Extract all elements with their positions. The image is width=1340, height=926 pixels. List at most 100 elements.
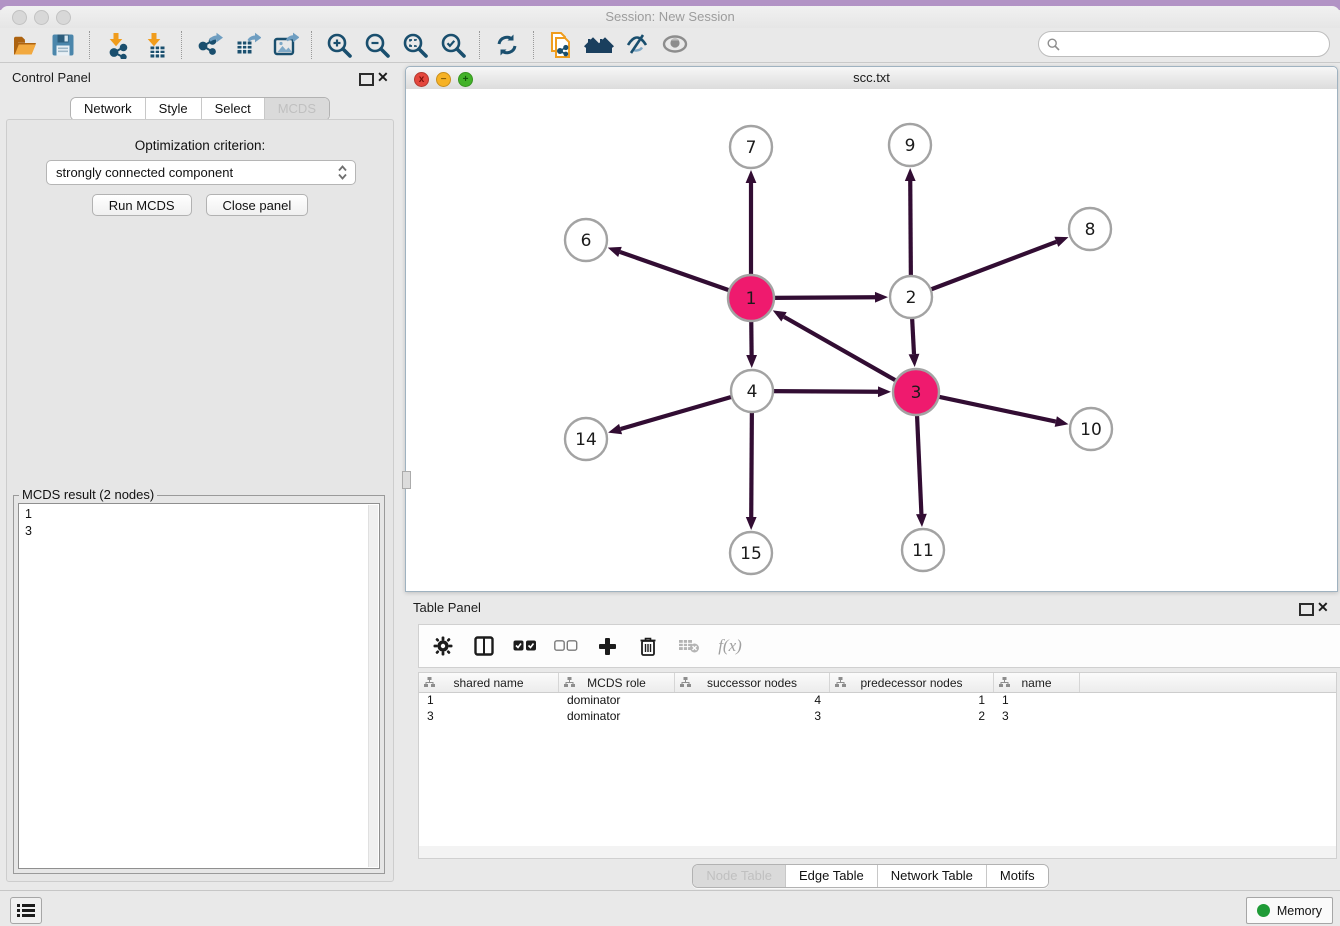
graph-edge-4-3[interactable] xyxy=(771,391,878,392)
main-toolbar xyxy=(0,28,1340,63)
zoom-selected-icon[interactable] xyxy=(437,29,469,61)
table-cell[interactable]: dominator xyxy=(559,709,675,725)
graph-edge-1-2[interactable] xyxy=(772,297,875,298)
graph-edge-arrowhead xyxy=(608,424,622,434)
zoom-in-icon[interactable] xyxy=(323,29,355,61)
zoom-fit-icon[interactable] xyxy=(399,29,431,61)
graph-node-label-8: 8 xyxy=(1085,220,1096,240)
zoom-out-icon[interactable] xyxy=(361,29,393,61)
tab-node-table[interactable]: Node Table xyxy=(693,865,786,887)
graph-edge-3-10[interactable] xyxy=(937,396,1056,421)
node-table: shared name MCDS role successor nodes prede… xyxy=(418,672,1337,848)
tab-select[interactable]: Select xyxy=(202,98,265,120)
table-cell[interactable]: 2 xyxy=(830,709,994,725)
search-input[interactable] xyxy=(1064,34,1321,54)
export-image-icon[interactable] xyxy=(269,29,301,61)
graph-edge-arrowhead xyxy=(746,355,757,368)
graph-edge-2-3[interactable] xyxy=(912,316,914,354)
create-new-column-icon[interactable] xyxy=(595,634,619,658)
table-cell[interactable]: 1 xyxy=(994,693,1080,709)
select-all-columns-icon[interactable] xyxy=(513,634,537,658)
column-header-MCDS-role[interactable]: MCDS role xyxy=(559,673,675,692)
export-table-icon[interactable] xyxy=(231,29,263,61)
column-header-shared-name[interactable]: shared name xyxy=(419,673,559,692)
control-panel-float-icon[interactable] xyxy=(359,73,374,86)
table-row[interactable]: 1dominator411 xyxy=(419,693,1336,709)
task-history-button[interactable] xyxy=(10,897,42,924)
node-table-header-row: shared name MCDS role successor nodes prede… xyxy=(419,673,1336,693)
show-column-panel-icon[interactable] xyxy=(472,634,496,658)
column-header-predecessor-nodes[interactable]: predecessor nodes xyxy=(830,673,994,692)
dropdown-selected-value: strongly connected component xyxy=(47,165,338,180)
network-view-window: x − + scc.txt 7968124314101511 xyxy=(405,66,1338,592)
column-label: successor nodes xyxy=(707,676,797,690)
graph-edge-3-11[interactable] xyxy=(917,413,921,514)
tab-edge-table[interactable]: Edge Table xyxy=(786,865,878,887)
open-session-icon[interactable] xyxy=(9,29,41,61)
graph-edge-arrowhead xyxy=(878,386,891,397)
table-panel-float-icon[interactable] xyxy=(1299,603,1314,616)
graph-edge-1-6[interactable] xyxy=(620,252,731,291)
table-cell[interactable]: dominator xyxy=(559,693,675,709)
refresh-view-icon[interactable] xyxy=(491,29,523,61)
toolbar-separator xyxy=(479,31,481,59)
table-panel-close-icon[interactable]: ✕ xyxy=(1317,598,1329,616)
mcds-result-scrollbar[interactable] xyxy=(368,505,378,867)
graph-node-label-3: 3 xyxy=(911,383,922,403)
column-label: MCDS role xyxy=(587,676,646,690)
graph-edge-4-14[interactable] xyxy=(621,396,734,429)
home-icon[interactable] xyxy=(583,29,615,61)
tab-motifs[interactable]: Motifs xyxy=(987,865,1048,887)
tab-mcds[interactable]: MCDS xyxy=(265,98,329,120)
network-window-titlebar[interactable]: x − + scc.txt xyxy=(406,67,1337,90)
table-cell[interactable]: 4 xyxy=(675,693,830,709)
window-title: Session: New Session xyxy=(0,9,1340,24)
show-hide-panel-eye-icon[interactable] xyxy=(659,29,691,61)
save-session-icon[interactable] xyxy=(47,29,79,61)
graph-edge-4-15[interactable] xyxy=(751,410,752,517)
graph-edge-2-9[interactable] xyxy=(910,181,911,278)
column-label: shared name xyxy=(453,676,523,690)
splitpane-handle[interactable] xyxy=(402,471,411,489)
table-row[interactable]: 3dominator323 xyxy=(419,709,1336,725)
column-header-successor-nodes[interactable]: successor nodes xyxy=(675,673,830,692)
column-header-name[interactable]: name xyxy=(994,673,1080,692)
export-network-icon[interactable] xyxy=(193,29,225,61)
mcds-result-text: 1 3 xyxy=(25,506,365,866)
search-box[interactable] xyxy=(1038,31,1330,57)
memory-button[interactable]: Memory xyxy=(1246,897,1333,924)
control-panel-close-icon[interactable]: ✕ xyxy=(377,68,389,86)
graph-edge-2-8[interactable] xyxy=(929,242,1057,290)
search-icon xyxy=(1047,38,1060,51)
tab-style[interactable]: Style xyxy=(146,98,202,120)
graph-edge-arrowhead xyxy=(905,168,916,181)
control-panel: Control Panel ✕ NetworkStyleSelectMCDS O… xyxy=(0,62,400,890)
graph-node-label-6: 6 xyxy=(581,231,592,251)
titlebar: Session: New Session xyxy=(0,6,1340,29)
table-cell[interactable]: 3 xyxy=(675,709,830,725)
tab-network[interactable]: Network xyxy=(71,98,146,120)
clone-network-icon[interactable] xyxy=(545,29,577,61)
toggle-graphics-details-icon[interactable] xyxy=(621,29,653,61)
tab-network-table[interactable]: Network Table xyxy=(878,865,987,887)
delete-column-trash-icon[interactable] xyxy=(636,634,660,658)
mcds-result-textarea[interactable]: 1 3 xyxy=(18,503,380,869)
graph-edge-arrowhead xyxy=(1055,416,1069,427)
close-panel-button[interactable]: Close panel xyxy=(206,194,309,216)
run-mcds-button[interactable]: Run MCDS xyxy=(92,194,192,216)
unselect-all-columns-icon[interactable] xyxy=(554,634,578,658)
optimization-criterion-dropdown[interactable]: strongly connected component xyxy=(46,160,356,185)
network-canvas[interactable]: 7968124314101511 xyxy=(406,89,1337,591)
graph-edge-3-1[interactable] xyxy=(784,317,898,382)
table-cell[interactable]: 1 xyxy=(419,693,559,709)
table-hscrollbar[interactable] xyxy=(418,846,1337,859)
table-cell[interactable]: 3 xyxy=(994,709,1080,725)
table-settings-gear-icon[interactable] xyxy=(431,634,455,658)
table-cell[interactable]: 1 xyxy=(830,693,994,709)
import-table-icon[interactable] xyxy=(139,29,171,61)
table-cell[interactable]: 3 xyxy=(419,709,559,725)
graph-node-label-4: 4 xyxy=(747,382,758,402)
import-network-icon[interactable] xyxy=(101,29,133,61)
mcds-result-title: MCDS result (2 nodes) xyxy=(19,487,157,502)
table-panel-title: Table Panel xyxy=(413,600,481,615)
